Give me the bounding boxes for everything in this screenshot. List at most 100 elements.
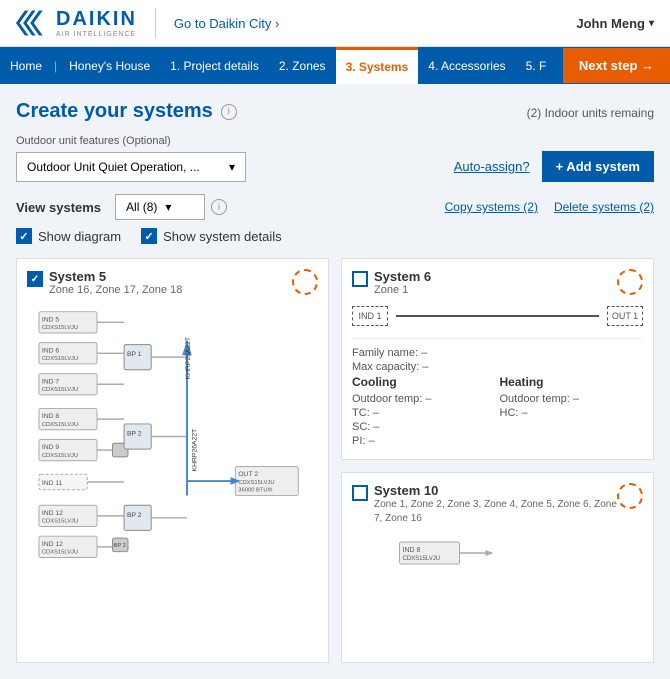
svg-text:IND 7: IND 7 [42, 378, 60, 385]
svg-text:KHRP26A22T: KHRP26A22T [192, 429, 199, 472]
details-grid: Cooling Outdoor temp: – TC: – SC: – PI: … [352, 375, 643, 449]
heating-col: Heating Outdoor temp: – HC: – [500, 375, 644, 449]
system-10-title: System 10 [374, 483, 617, 498]
view-systems-left: View systems All (8) ▾ i [16, 194, 227, 220]
view-select-chevron: ▾ [165, 200, 171, 214]
max-capacity: Max capacity: – [352, 361, 643, 373]
action-buttons: Auto-assign? + Add system [454, 151, 654, 182]
system-5-header-left: ✓ System 5 Zone 16, Zone 17, Zone 18 [27, 269, 182, 296]
view-actions: Copy systems (2) Delete systems (2) [445, 200, 654, 214]
system-5-zones: Zone 16, Zone 17, Zone 18 [49, 284, 182, 296]
outdoor-select-chevron: ▾ [229, 160, 235, 174]
svg-text:BP 2: BP 2 [127, 512, 142, 519]
show-system-details-label: Show system details [163, 229, 282, 244]
nav-sep1: | [52, 49, 59, 83]
system-5-checkbox[interactable]: ✓ [27, 271, 43, 287]
svg-text:IND 5: IND 5 [42, 316, 60, 323]
svg-text:IND 6: IND 6 [42, 347, 60, 354]
logo-area: DAIKIN AIR INTELLIGENCE Go to Daikin Cit… [16, 8, 279, 38]
system-10-card: System 10 Zone 1, Zone 2, Zone 3, Zone 4… [341, 472, 654, 663]
svg-text:KHRP26A22T: KHRP26A22T [185, 337, 192, 380]
nav-accessories[interactable]: 4. Accessories [418, 49, 515, 83]
svg-text:IND 8: IND 8 [42, 413, 60, 420]
system-10-circle[interactable] [617, 483, 643, 509]
systems-grid: ✓ System 5 Zone 16, Zone 17, Zone 18 IND… [16, 258, 654, 663]
nav-honeys-house[interactable]: Honey's House [59, 49, 160, 83]
show-diagram-checkbox[interactable]: ✓ Show diagram [16, 228, 121, 244]
view-systems-label: View systems [16, 200, 101, 215]
outdoor-section: Outdoor unit features (Optional) Outdoor… [16, 135, 654, 182]
outdoor-temp-h: Outdoor temp: – [500, 393, 644, 405]
system-6-circle[interactable] [617, 269, 643, 295]
page-title: Create your systems [16, 100, 213, 123]
system-5-header: ✓ System 5 Zone 16, Zone 17, Zone 18 [27, 269, 318, 296]
outdoor-row: Outdoor Unit Quiet Operation, ... ▾ Auto… [16, 151, 654, 182]
svg-text:CDXS15LVJU: CDXS15LVJU [42, 356, 78, 362]
tc: TC: – [352, 407, 496, 419]
show-system-details-box: ✓ [141, 228, 157, 244]
outdoor-unit-select[interactable]: Outdoor Unit Quiet Operation, ... ▾ [16, 152, 246, 182]
daikin-logo-icon [16, 9, 48, 37]
nav-zones[interactable]: 2. Zones [269, 49, 336, 83]
family-name: Family name: – [352, 347, 643, 359]
system-10-checkbox[interactable] [352, 485, 368, 501]
svg-text:IND 12: IND 12 [42, 510, 63, 517]
sys6-line [396, 315, 599, 317]
add-system-button[interactable]: + Add system [542, 151, 654, 182]
svg-text:IND 8: IND 8 [403, 547, 421, 554]
system-5-title: System 5 [49, 269, 182, 284]
sc: SC: – [352, 421, 496, 433]
svg-text:CDXS15LVJU: CDXS15LVJU [42, 387, 78, 393]
top-bar: DAIKIN AIR INTELLIGENCE Go to Daikin Cit… [0, 0, 670, 47]
hc: HC: – [500, 407, 644, 419]
system-5-circle[interactable] [292, 269, 318, 295]
nav-tab5[interactable]: 5. F [516, 49, 557, 83]
system-10-diagram: IND 8 CDXS15LVJU [352, 532, 643, 652]
system-10-svg: IND 8 CDXS15LVJU [352, 532, 643, 572]
outdoor-select-value: Outdoor Unit Quiet Operation, ... [27, 160, 200, 174]
system-6-details: Family name: – Max capacity: – Cooling O… [352, 338, 643, 449]
daikin-city-link[interactable]: Go to Daikin City › [174, 16, 279, 31]
outdoor-label: Outdoor unit features (Optional) [16, 135, 654, 147]
svg-text:36000 BTU/h: 36000 BTU/h [238, 488, 272, 494]
show-system-details-checkbox[interactable]: ✓ Show system details [141, 228, 282, 244]
system-6-card: System 6 Zone 1 IND 1 OUT 1 Family name:… [341, 258, 654, 460]
nav-project-details[interactable]: 1. Project details [160, 49, 269, 83]
show-diagram-label: Show diagram [38, 229, 121, 244]
system-6-header-left: System 6 Zone 1 [352, 269, 431, 296]
svg-text:IND 12: IND 12 [42, 541, 63, 548]
system-10-header: System 10 Zone 1, Zone 2, Zone 3, Zone 4… [352, 483, 643, 526]
auto-assign-button[interactable]: Auto-assign? [454, 159, 530, 174]
delete-systems-button[interactable]: Delete systems (2) [554, 200, 654, 214]
view-systems-select[interactable]: All (8) ▾ [115, 194, 205, 220]
system-10-header-left: System 10 Zone 1, Zone 2, Zone 3, Zone 4… [352, 483, 617, 526]
system-6-zones: Zone 1 [374, 284, 431, 296]
system-6-header: System 6 Zone 1 [352, 269, 643, 296]
view-info-icon[interactable]: i [211, 199, 227, 215]
copy-systems-button[interactable]: Copy systems (2) [445, 200, 538, 214]
info-icon[interactable]: i [221, 104, 237, 120]
nav-bar: Home | Honey's House 1. Project details … [0, 47, 670, 84]
checkboxes-row: ✓ Show diagram ✓ Show system details [16, 228, 654, 244]
svg-text:CDXS15LVJU: CDXS15LVJU [238, 480, 274, 486]
view-select-value: All (8) [126, 200, 157, 214]
outdoor-temp-c: Outdoor temp: – [352, 393, 496, 405]
user-menu[interactable]: John Meng ▾ [576, 16, 654, 31]
nav-systems[interactable]: 3. Systems [336, 47, 419, 84]
next-step-button[interactable]: Next step → [563, 48, 670, 83]
nav-home[interactable]: Home [0, 49, 52, 83]
heating-title: Heating [500, 375, 644, 389]
system-6-checkbox[interactable] [352, 271, 368, 287]
svg-text:CDXS15LVJU: CDXS15LVJU [42, 519, 78, 525]
system-5-diagram: IND 5 CDXS15LVJU IND 6 CDXS15LVJU IND 7 … [27, 302, 318, 605]
show-diagram-box: ✓ [16, 228, 32, 244]
chevron-down-icon: ▾ [649, 18, 654, 29]
main-content: Create your systems i (2) Indoor units r… [0, 84, 670, 679]
pi: PI: – [352, 435, 496, 447]
header-row: Create your systems i (2) Indoor units r… [16, 100, 654, 123]
units-remaining: (2) Indoor units remaing [527, 100, 654, 120]
user-name: John Meng [576, 16, 645, 31]
svg-text:CDXS15LVJU: CDXS15LVJU [42, 422, 78, 428]
svg-text:BP 2: BP 2 [113, 543, 125, 549]
system-6-diagram: IND 1 OUT 1 [352, 302, 643, 330]
